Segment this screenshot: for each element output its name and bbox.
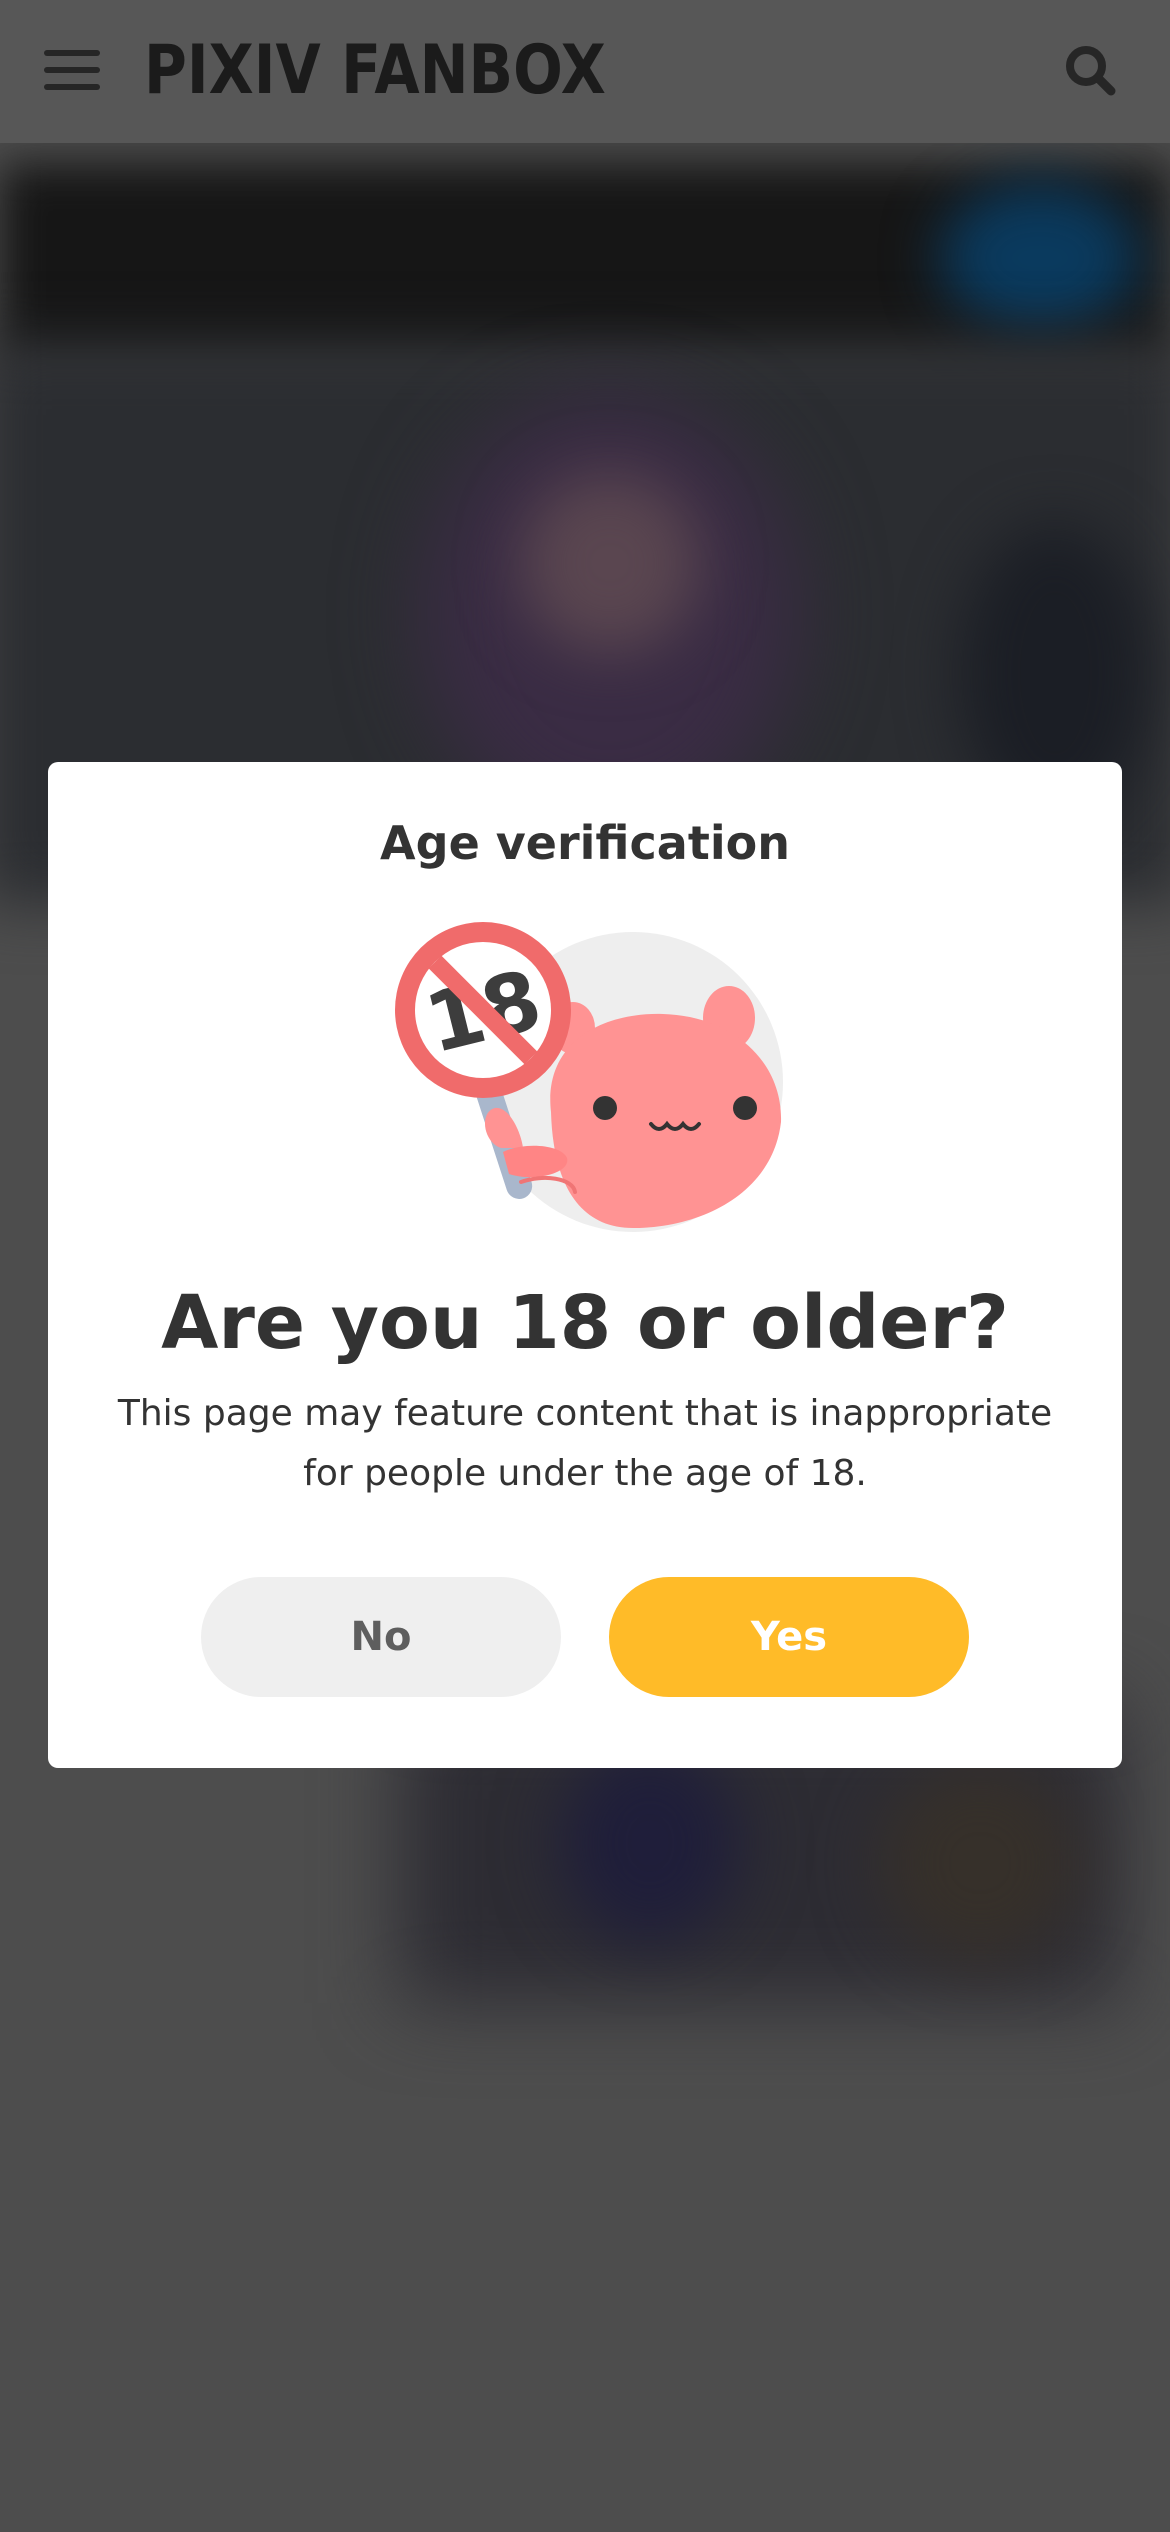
dialog-title: Age verification	[380, 816, 790, 870]
blurred-cover-face	[520, 473, 700, 653]
blurred-thumbnail-b	[880, 1763, 1080, 1963]
dialog-description: This page may feature content that is in…	[117, 1393, 1053, 1494]
no-button[interactable]: No	[201, 1577, 561, 1697]
header-bar: PIXIV FANBOX	[0, 0, 1170, 143]
age-verification-dialog: Age verification 18 Are you	[48, 762, 1122, 1768]
age-question: Are you 18 or older?	[161, 1280, 1009, 1366]
yes-button[interactable]: Yes	[609, 1577, 969, 1697]
blurred-thumbnail-a	[560, 1743, 740, 1943]
site-logo[interactable]: PIXIV FANBOX	[144, 26, 606, 116]
blurred-follow-button	[940, 183, 1140, 333]
search-icon[interactable]	[1064, 44, 1116, 96]
no-under-18-mascot-icon: 18	[383, 912, 793, 1232]
hamburger-menu-icon[interactable]	[44, 50, 100, 90]
